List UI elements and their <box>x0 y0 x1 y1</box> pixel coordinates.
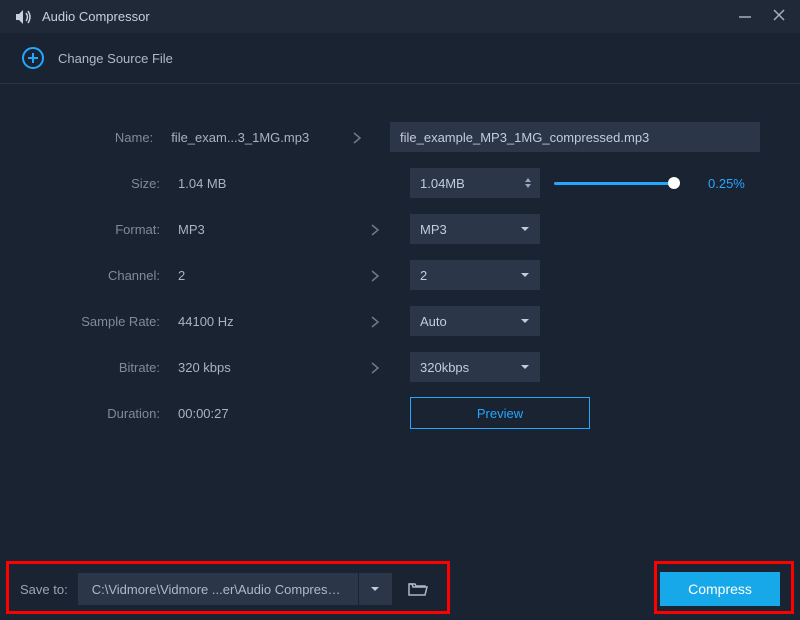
duration-label: Duration: <box>40 406 170 421</box>
compress-button[interactable]: Compress <box>660 572 780 606</box>
source-size: 1.04 MB <box>170 176 340 191</box>
target-size-value: 1.04MB <box>420 176 465 191</box>
chevron-down-icon <box>520 272 530 278</box>
size-label: Size: <box>40 176 170 191</box>
bitrate-select[interactable]: 320kbps <box>410 352 540 382</box>
chevron-down-icon <box>370 586 380 592</box>
format-selected: MP3 <box>420 222 447 237</box>
source-format: MP3 <box>170 222 340 237</box>
source-name: file_exam...3_1MG.mp3 <box>163 130 324 145</box>
plus-circle-icon <box>22 47 44 69</box>
sample-rate-select[interactable]: Auto <box>410 306 540 336</box>
title-bar: Audio Compressor <box>0 0 800 33</box>
chevron-down-icon <box>520 318 530 324</box>
arrow-icon <box>340 267 410 283</box>
size-percent: 0.25% <box>708 176 760 191</box>
arrow-icon <box>340 221 410 237</box>
change-source-label: Change Source File <box>58 51 173 66</box>
app-title: Audio Compressor <box>42 9 150 24</box>
app-icon <box>14 9 32 25</box>
size-slider[interactable] <box>554 175 680 191</box>
save-to-label: Save to: <box>20 582 68 597</box>
sample-rate-selected: Auto <box>420 314 447 329</box>
close-button[interactable] <box>772 8 786 25</box>
target-name-input[interactable] <box>390 122 760 152</box>
slider-track <box>554 182 680 185</box>
format-select[interactable]: MP3 <box>410 214 540 244</box>
channel-label: Channel: <box>40 268 170 283</box>
spinner-arrows-icon[interactable] <box>524 177 532 189</box>
arrow-icon <box>340 359 410 375</box>
source-sample-rate: 44100 Hz <box>170 314 340 329</box>
bitrate-selected: 320kbps <box>420 360 469 375</box>
format-label: Format: <box>40 222 170 237</box>
minimize-button[interactable] <box>738 8 752 25</box>
channel-selected: 2 <box>420 268 427 283</box>
change-source-bar[interactable]: Change Source File <box>0 33 800 84</box>
save-path-text: C:\Vidmore\Vidmore ...er\Audio Compresse… <box>78 582 358 597</box>
channel-select[interactable]: 2 <box>410 260 540 290</box>
save-path-dropdown[interactable]: C:\Vidmore\Vidmore ...er\Audio Compresse… <box>78 573 392 605</box>
bitrate-label: Bitrate: <box>40 360 170 375</box>
target-size-spinner[interactable]: 1.04MB <box>410 168 540 198</box>
slider-thumb[interactable] <box>668 177 680 189</box>
preview-button[interactable]: Preview <box>410 397 590 429</box>
name-label: Name: <box>40 130 163 145</box>
sample-rate-label: Sample Rate: <box>40 314 170 329</box>
chevron-down-icon <box>520 364 530 370</box>
arrow-icon <box>340 313 410 329</box>
chevron-down-icon <box>520 226 530 232</box>
folder-icon <box>408 581 428 597</box>
source-duration: 00:00:27 <box>170 406 340 421</box>
open-folder-button[interactable] <box>402 573 434 605</box>
save-path-caret[interactable] <box>358 573 392 605</box>
arrow-icon <box>324 129 390 145</box>
source-channel: 2 <box>170 268 340 283</box>
source-bitrate: 320 kbps <box>170 360 340 375</box>
